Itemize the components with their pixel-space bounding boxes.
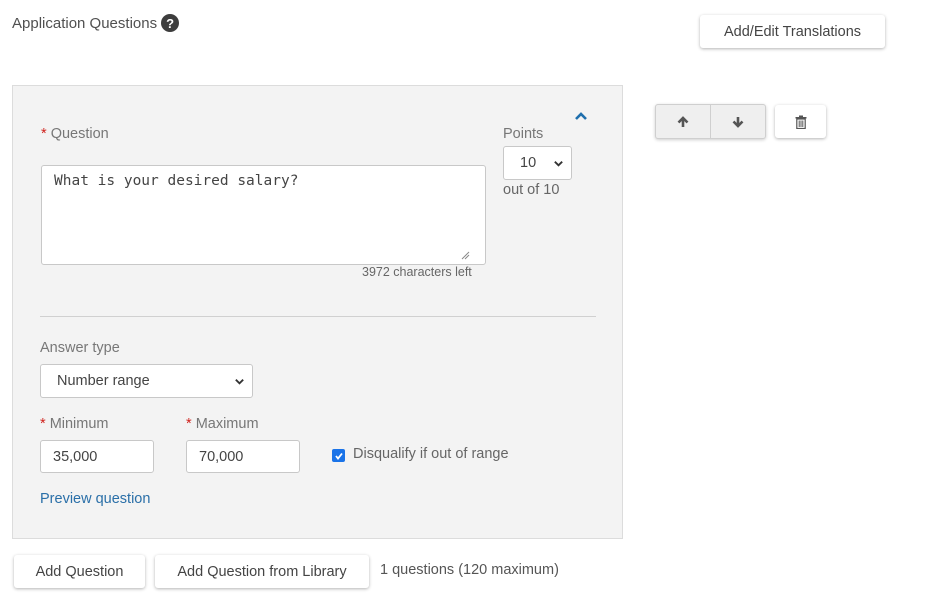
- chevron-up-icon[interactable]: [573, 110, 589, 122]
- maximum-input[interactable]: [186, 440, 300, 473]
- help-icon[interactable]: ?: [161, 14, 180, 32]
- points-label: Points: [503, 126, 544, 142]
- points-value: 10: [520, 155, 537, 171]
- minimum-input[interactable]: [40, 440, 154, 473]
- move-up-button[interactable]: [656, 105, 710, 138]
- divider: [40, 316, 596, 317]
- question-textarea[interactable]: What is your desired salary?: [41, 165, 486, 265]
- required-marker: *: [40, 416, 46, 432]
- add-question-from-library-button[interactable]: Add Question from Library: [155, 555, 369, 588]
- answer-type-label: Answer type: [40, 340, 120, 356]
- page-title-text: Application Questions: [12, 14, 158, 32]
- arrow-up-icon: [677, 115, 689, 127]
- chevron-down-icon: [554, 161, 563, 167]
- chevron-down-icon: [235, 379, 244, 385]
- maximum-label-text: Maximum: [195, 416, 259, 432]
- characters-left: 3972 characters left: [362, 265, 472, 279]
- minimum-label: * Minimum: [40, 416, 109, 432]
- move-down-button[interactable]: [710, 105, 765, 138]
- resize-grip-icon[interactable]: [460, 250, 470, 260]
- arrow-down-icon: [732, 116, 744, 128]
- question-card: * Question What is your desired salary? …: [12, 85, 623, 539]
- question-label: * Question: [41, 126, 109, 142]
- question-count: 1 questions (120 maximum): [380, 562, 559, 578]
- checkmark-icon: [334, 452, 343, 460]
- points-out-of: out of 10: [503, 182, 560, 198]
- disqualify-label: Disqualify if out of range: [353, 446, 509, 462]
- add-question-button[interactable]: Add Question: [14, 555, 145, 588]
- required-marker: *: [186, 416, 192, 432]
- preview-question-link[interactable]: Preview question: [40, 491, 150, 507]
- add-edit-translations-button[interactable]: Add/Edit Translations: [700, 15, 885, 48]
- minimum-label-text: Minimum: [49, 416, 109, 432]
- required-marker: *: [41, 126, 47, 142]
- question-label-text: Question: [50, 126, 109, 142]
- disqualify-checkbox[interactable]: [332, 449, 345, 462]
- maximum-label: * Maximum: [186, 416, 259, 432]
- points-select[interactable]: 10: [503, 146, 572, 180]
- answer-type-value: Number range: [57, 373, 150, 389]
- page-title: Application Questions ?: [12, 14, 180, 32]
- move-button-group: [655, 104, 766, 139]
- trash-icon: [795, 115, 806, 129]
- answer-type-select[interactable]: Number range: [40, 364, 253, 398]
- delete-question-button[interactable]: [775, 105, 826, 138]
